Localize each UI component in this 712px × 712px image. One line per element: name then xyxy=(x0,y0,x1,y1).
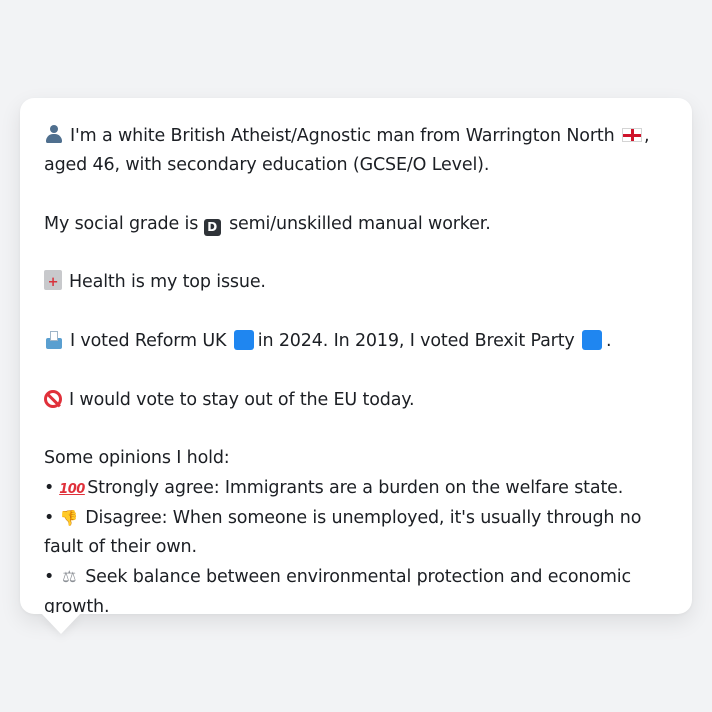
opinion-text: Disagree: When someone is unemployed, it… xyxy=(44,507,642,558)
person-silhouette-icon xyxy=(44,124,64,144)
opinion-text: Strongly agree: Immigrants are a burden … xyxy=(87,477,624,498)
hundred-points-icon: 100 xyxy=(59,481,85,497)
brexit-party-color-square xyxy=(582,330,603,351)
thumbs-down-icon: 👎 xyxy=(59,508,79,527)
bullet: • xyxy=(44,477,55,498)
speech-bubble-tail xyxy=(41,613,81,634)
intro-paragraph: I'm a white British Atheist/Agnostic man… xyxy=(44,122,668,181)
health-text: Health is my top issue. xyxy=(69,272,266,293)
grade-letter-badge: D xyxy=(203,218,221,236)
opinion-item: • 👎 Disagree: When someone is unemployed, … xyxy=(44,504,668,563)
prohibited-icon xyxy=(44,389,62,408)
ballot-box-icon xyxy=(44,331,64,350)
reform-uk-color-square xyxy=(233,330,254,351)
vote-paragraph: I voted Reform UK in 2024. In 2019, I vo… xyxy=(44,327,668,356)
eu-paragraph: I would vote to stay out of the EU today… xyxy=(44,386,668,415)
bullet: • xyxy=(44,507,55,528)
opinions-heading: Some opinions I hold: xyxy=(44,448,230,469)
social-grade-paragraph: My social grade is D semi/unskilled manu… xyxy=(44,210,668,239)
eu-text: I would vote to stay out of the EU today… xyxy=(69,389,415,410)
balance-scale-icon: ⚖ xyxy=(62,567,77,587)
opinion-item: • 100 Strongly agree: Immigrants are a bur… xyxy=(44,474,668,504)
vote-middle: in 2024. In 2019, I voted Brexit Party xyxy=(257,331,575,352)
hospital-icon xyxy=(44,268,62,298)
england-flag-icon xyxy=(621,128,642,142)
opinion-text: Seek balance between environmental prote… xyxy=(44,567,631,617)
vote-prefix: I voted Reform UK xyxy=(70,331,227,352)
health-paragraph: Health is my top issue. xyxy=(44,268,668,298)
grade-suffix: semi/unskilled manual worker. xyxy=(229,213,491,234)
vote-end: . xyxy=(606,331,612,352)
opinion-item: • ⚖ Seek balance between environmental pro… xyxy=(44,562,668,622)
bullet: • xyxy=(44,567,55,588)
speech-bubble: I'm a white British Atheist/Agnostic man… xyxy=(20,98,692,617)
intro-text: I'm a white British Atheist/Agnostic man… xyxy=(70,126,615,146)
grade-prefix: My social grade is xyxy=(44,213,199,234)
